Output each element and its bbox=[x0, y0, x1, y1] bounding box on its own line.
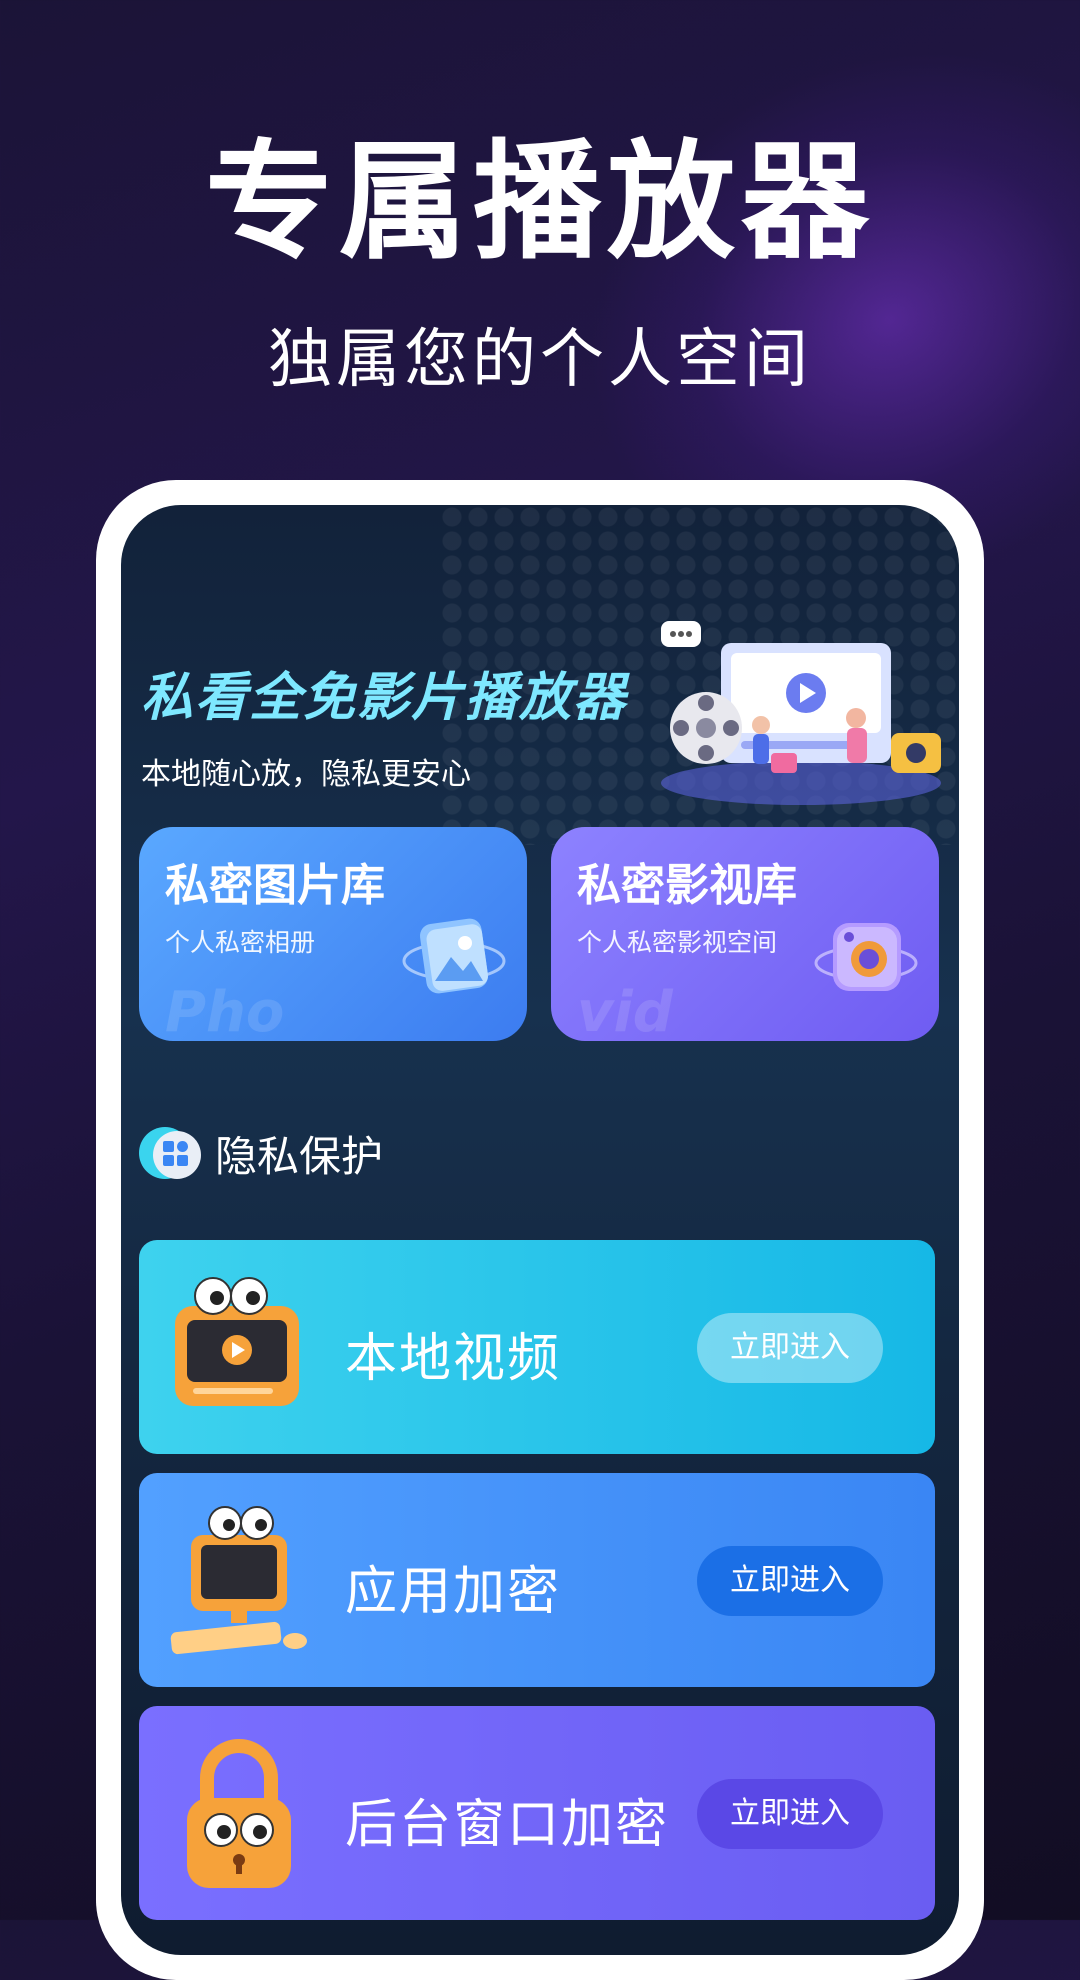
private-video-library-card[interactable]: 私密影视库 个人私密影视空间 vid bbox=[551, 827, 939, 1041]
enter-button[interactable]: 立即进入 bbox=[697, 1779, 883, 1849]
card-title: 私密图片库 bbox=[165, 860, 385, 911]
background-window-lock-row[interactable]: 后台窗口加密 立即进入 bbox=[139, 1706, 935, 1920]
feature-label: 本地视频 bbox=[345, 1329, 562, 1389]
promo-headline: 专属播放器 bbox=[204, 128, 875, 277]
photo-album-icon bbox=[402, 918, 506, 994]
card-title: 私密影视库 bbox=[577, 860, 797, 911]
media-player-illustration-icon bbox=[661, 621, 941, 805]
enter-button[interactable]: 立即进入 bbox=[697, 1313, 883, 1383]
card-watermark: vid bbox=[577, 980, 673, 1041]
app-screen: 私看全免影片播放器 本地随心放，隐私更安心 私密图片库 个人私密相册 Pho 私… bbox=[121, 505, 959, 1955]
apps-grid-icon bbox=[139, 1127, 201, 1179]
section-title: 隐私保护 bbox=[215, 1131, 384, 1181]
enter-button[interactable]: 立即进入 bbox=[697, 1546, 883, 1616]
app-title: 私看全免影片播放器 bbox=[141, 668, 628, 728]
card-subtitle: 个人私密影视空间 bbox=[577, 928, 778, 957]
camera-icon bbox=[814, 923, 918, 991]
padlock-mascot-icon bbox=[187, 1739, 291, 1888]
privacy-section-header: 隐私保护 bbox=[139, 1123, 383, 1183]
feature-label: 应用加密 bbox=[345, 1562, 562, 1622]
video-player-mascot-icon bbox=[175, 1277, 299, 1406]
promo-subheadline: 独属您的个人空间 bbox=[268, 323, 812, 397]
app-lock-row[interactable]: 应用加密 立即进入 bbox=[139, 1473, 935, 1687]
card-watermark: Pho bbox=[165, 980, 285, 1041]
feature-label: 后台窗口加密 bbox=[345, 1795, 670, 1855]
local-video-row[interactable]: 本地视频 立即进入 bbox=[139, 1240, 935, 1454]
private-photo-library-card[interactable]: 私密图片库 个人私密相册 Pho bbox=[139, 827, 527, 1041]
app-subtitle: 本地随心放，隐私更安心 bbox=[141, 757, 471, 792]
computer-mascot-icon bbox=[170, 1506, 307, 1655]
card-subtitle: 个人私密相册 bbox=[165, 928, 316, 957]
